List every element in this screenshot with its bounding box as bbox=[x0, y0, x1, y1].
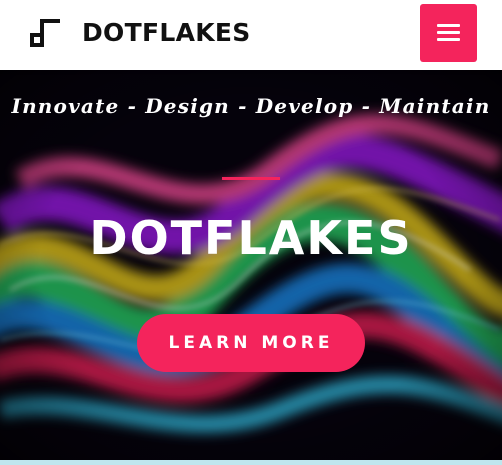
hamburger-menu-icon bbox=[437, 24, 460, 41]
hero-title: DOTFLAKES bbox=[89, 211, 413, 265]
bottom-strip bbox=[0, 460, 502, 465]
page: DOTFLAKES Innovate - Design - Develop - … bbox=[0, 0, 502, 465]
menu-button[interactable] bbox=[420, 4, 477, 62]
hero-tagline: Innovate - Design - Develop - Maintain bbox=[11, 94, 491, 118]
hero-divider bbox=[222, 177, 280, 180]
dotflakes-logo-icon[interactable] bbox=[28, 17, 62, 49]
site-header: DOTFLAKES bbox=[0, 0, 502, 70]
brand-name[interactable]: DOTFLAKES bbox=[82, 16, 251, 50]
hero-section: Innovate - Design - Develop - Maintain D… bbox=[0, 70, 502, 460]
learn-more-button[interactable]: LEARN MORE bbox=[137, 314, 365, 372]
